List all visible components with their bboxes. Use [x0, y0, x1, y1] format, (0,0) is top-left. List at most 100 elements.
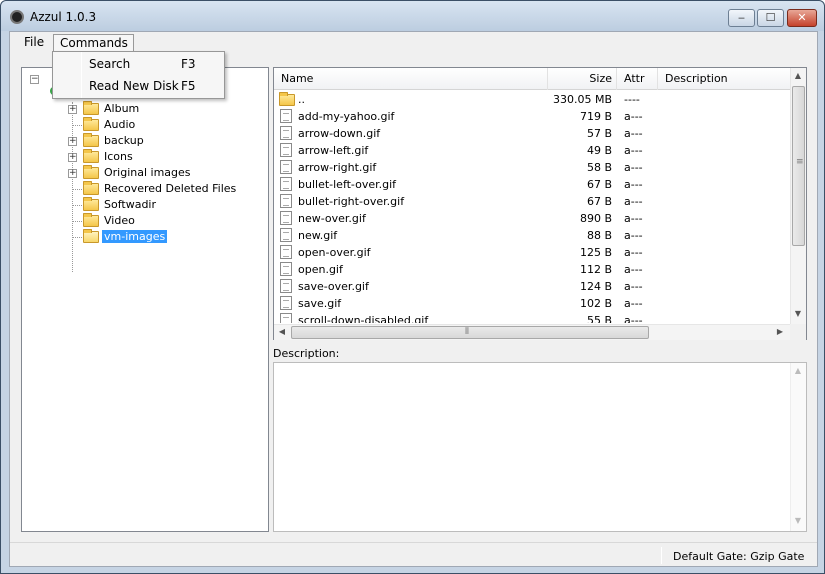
- file-icon: [280, 211, 292, 225]
- list-item[interactable]: open.gif 112 B a---: [274, 261, 790, 278]
- title-bar[interactable]: Azzul 1.0.3 ‒ ☐ ✕: [1, 1, 824, 31]
- file-icon: [280, 143, 292, 157]
- vertical-scroll-thumb[interactable]: ≡: [792, 86, 805, 246]
- description-textarea[interactable]: ▲ ▼: [273, 362, 807, 532]
- tree-item-album[interactable]: + Album: [68, 101, 268, 117]
- tree-item-label: vm-images: [102, 230, 168, 243]
- scroll-down-icon[interactable]: ▼: [791, 516, 805, 525]
- list-item[interactable]: .. 330.05 MB ----: [274, 91, 790, 108]
- list-item[interactable]: add-my-yahoo.gif 719 B a---: [274, 108, 790, 125]
- list-item[interactable]: scroll-down-disabled.gif 55 B a---: [274, 312, 790, 323]
- file-icon: [280, 279, 292, 293]
- menu-file[interactable]: File: [18, 34, 50, 51]
- folder-icon: [83, 165, 99, 179]
- file-icon: [280, 228, 292, 242]
- expand-icon[interactable]: +: [68, 153, 77, 162]
- column-header-attr[interactable]: Attr: [617, 68, 658, 90]
- expand-icon[interactable]: +: [68, 105, 77, 114]
- menu-item-read-new-disk[interactable]: Read New Disk F5: [53, 76, 224, 96]
- tree-item-original-images[interactable]: + Original images: [68, 165, 268, 181]
- column-header-description[interactable]: Description: [658, 68, 790, 90]
- grip-icon: ≡: [796, 157, 804, 167]
- file-list[interactable]: Name Size Attr Description .. 330.05 MB …: [273, 67, 807, 340]
- menu-item-shortcut: F5: [181, 79, 196, 93]
- expand-icon[interactable]: +: [68, 137, 77, 146]
- tree-item-softwadir[interactable]: Softwadir: [68, 197, 268, 213]
- list-vertical-scrollbar[interactable]: ▲ ≡ ▼: [790, 68, 806, 324]
- menu-bar: File Commands: [10, 32, 817, 52]
- list-item[interactable]: new-over.gif 890 B a---: [274, 210, 790, 227]
- file-icon: [280, 177, 292, 191]
- file-icon: [280, 126, 292, 140]
- scroll-up-icon[interactable]: ▲: [791, 366, 805, 375]
- list-item[interactable]: save-over.gif 124 B a---: [274, 278, 790, 295]
- tree-item-backup[interactable]: + backup: [68, 133, 268, 149]
- file-size: 67 B: [586, 195, 612, 208]
- tree-item-label: Softwadir: [104, 198, 157, 211]
- file-size: 124 B: [579, 280, 612, 293]
- menu-item-search[interactable]: Search F3: [53, 54, 224, 74]
- column-header-size[interactable]: Size: [548, 68, 617, 90]
- folder-tree[interactable]: − + Album Audio + backup + Icons + Origi…: [21, 67, 269, 532]
- horizontal-scroll-thumb[interactable]: ⦀: [291, 326, 649, 339]
- folder-icon: [279, 92, 295, 106]
- column-header-name[interactable]: Name: [274, 68, 548, 90]
- tree-item-label: Video: [104, 214, 135, 227]
- file-icon: [280, 160, 292, 174]
- scroll-left-icon[interactable]: ◀: [275, 327, 289, 336]
- scroll-right-icon[interactable]: ▶: [773, 327, 787, 336]
- list-item[interactable]: open-over.gif 125 B a---: [274, 244, 790, 261]
- list-item[interactable]: save.gif 102 B a---: [274, 295, 790, 312]
- tree-guide: [73, 205, 82, 206]
- menu-item-label: Read New Disk: [89, 79, 179, 93]
- tree-item-label: Audio: [104, 118, 136, 131]
- close-button[interactable]: ✕: [787, 9, 817, 27]
- file-name: arrow-left.gif: [298, 144, 369, 157]
- file-name: arrow-down.gif: [298, 127, 381, 140]
- file-attr: ----: [624, 93, 640, 106]
- maximize-button[interactable]: ☐: [757, 9, 784, 27]
- list-item[interactable]: bullet-right-over.gif 67 B a---: [274, 193, 790, 210]
- list-item[interactable]: arrow-left.gif 49 B a---: [274, 142, 790, 159]
- folder-icon: [83, 213, 99, 227]
- file-size: 112 B: [579, 263, 612, 276]
- file-size: 719 B: [579, 110, 612, 123]
- folder-icon: [83, 197, 99, 211]
- tree-item-recovered-deleted-files[interactable]: Recovered Deleted Files: [68, 181, 268, 197]
- tree-item-audio[interactable]: Audio: [68, 117, 268, 133]
- file-name: save-over.gif: [298, 280, 369, 293]
- list-body: .. 330.05 MB ---- add-my-yahoo.gif 719 B…: [274, 91, 790, 323]
- status-bar: Default Gate: Gzip Gate: [10, 542, 817, 566]
- list-item[interactable]: arrow-right.gif 58 B a---: [274, 159, 790, 176]
- description-scrollbar[interactable]: ▲ ▼: [790, 363, 806, 531]
- file-size: 330.05 MB: [552, 93, 612, 106]
- list-item[interactable]: arrow-down.gif 57 B a---: [274, 125, 790, 142]
- tree-item-video[interactable]: Video: [68, 213, 268, 229]
- tree-item-icons[interactable]: + Icons: [68, 149, 268, 165]
- list-item[interactable]: new.gif 88 B a---: [274, 227, 790, 244]
- scroll-up-icon[interactable]: ▲: [791, 71, 805, 80]
- folder-icon: [83, 181, 99, 195]
- file-name: bullet-right-over.gif: [298, 195, 405, 208]
- list-horizontal-scrollbar[interactable]: ◀ ⦀ ▶: [274, 324, 790, 340]
- file-attr: a---: [624, 212, 643, 225]
- tree-guide: [73, 237, 82, 238]
- scroll-down-icon[interactable]: ▼: [791, 309, 805, 318]
- file-name: new.gif: [298, 229, 338, 242]
- collapse-icon[interactable]: −: [30, 75, 39, 84]
- expand-icon[interactable]: +: [68, 169, 77, 178]
- list-header: Name Size Attr Description: [274, 68, 790, 90]
- file-attr: a---: [624, 127, 643, 140]
- menu-commands[interactable]: Commands: [53, 34, 134, 51]
- list-item[interactable]: bullet-left-over.gif 67 B a---: [274, 176, 790, 193]
- file-attr: a---: [624, 314, 643, 323]
- minimize-button[interactable]: ‒: [728, 9, 755, 27]
- tree-item-vm-images[interactable]: vm-images: [68, 229, 268, 245]
- tree-item-label: backup: [104, 134, 144, 147]
- tree-guide: [73, 189, 82, 190]
- file-name: arrow-right.gif: [298, 161, 377, 174]
- menu-item-shortcut: F3: [181, 57, 196, 71]
- file-size: 57 B: [586, 127, 612, 140]
- file-size: 125 B: [579, 246, 612, 259]
- tree-guide: [73, 125, 82, 126]
